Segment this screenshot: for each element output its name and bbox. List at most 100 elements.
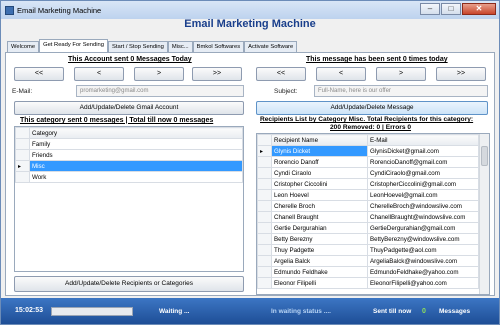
- recipient-row[interactable]: Thuy Padgette ThuyPadgette@aol.com: [257, 244, 479, 256]
- row-header: [15, 171, 30, 183]
- recipient-email-cell[interactable]: EdmundoFeldhake@yahoo.com: [367, 266, 479, 278]
- recipient-row-selected[interactable]: ▸ Glynis Dicket GlynisDicket@gmail.com: [257, 145, 479, 157]
- scroll-thumb[interactable]: [481, 146, 488, 166]
- recipient-name-cell[interactable]: Betty Berezny: [271, 233, 368, 245]
- recipient-name-cell[interactable]: Leon Hoevel: [271, 189, 368, 201]
- recipient-email-cell[interactable]: CyndiCiraolo@gmail.com: [367, 167, 479, 179]
- recipients-grid: Recipient Name E-Mail ▸ Glynis Dicket Glyn…: [256, 133, 490, 295]
- maximize-button[interactable]: □: [441, 3, 461, 15]
- recipient-email-cell[interactable]: CherelleBroch@windowslive.com: [367, 200, 479, 212]
- message-next-button[interactable]: >: [376, 67, 426, 81]
- email-field[interactable]: promarketing@gmail.com: [76, 85, 244, 97]
- row-header: [257, 200, 272, 212]
- recipient-email-cell[interactable]: CristopherCiccolini@gmail.com: [367, 178, 479, 190]
- recipient-name-cell[interactable]: Edmundo Feldhake: [271, 266, 368, 278]
- recipient-row[interactable]: Cherelle Broch CherelleBroch@windowslive.…: [257, 200, 479, 212]
- messages-label: Messages: [439, 308, 471, 315]
- sent-till-now-label: Sent till now: [373, 308, 412, 315]
- status-waiting: Waiting ...: [159, 308, 190, 315]
- add-message-button[interactable]: Add/Update/Delete Message: [256, 101, 488, 115]
- recipient-name-cell[interactable]: Chanell Braught: [271, 211, 368, 223]
- message-first-button[interactable]: <<: [256, 67, 306, 81]
- recipient-name-cell[interactable]: Cherelle Broch: [271, 200, 368, 212]
- row-header: [257, 189, 272, 201]
- recipients-scrollbar[interactable]: [479, 134, 489, 294]
- account-last-button[interactable]: >>: [192, 67, 242, 81]
- app-icon: [5, 5, 14, 15]
- window-title: Email Marketing Machine: [17, 5, 102, 15]
- tab-activate-software[interactable]: Activate Software: [244, 41, 298, 52]
- row-header: [257, 156, 272, 168]
- category-cell[interactable]: Friends: [29, 149, 243, 161]
- minimize-button[interactable]: –: [420, 3, 440, 15]
- recipient-row[interactable]: Betty Berezny BettyBerezny@windowslive.co…: [257, 233, 479, 245]
- email-label: E-Mail:: [12, 88, 33, 95]
- category-sent-title: This category sent 0 messages | Total ti…: [20, 117, 214, 124]
- close-button[interactable]: ✕: [462, 3, 496, 15]
- tab-get-ready-for-sending[interactable]: Get Ready For Sending: [39, 39, 108, 52]
- category-cell[interactable]: Work: [29, 171, 243, 183]
- recipient-name-cell[interactable]: Eleonor Filipelli: [271, 277, 368, 289]
- recipient-email-column-header[interactable]: E-Mail: [367, 134, 479, 146]
- row-header: [15, 149, 30, 161]
- recipient-name-cell[interactable]: Thuy Padgette: [271, 244, 368, 256]
- tab-misc[interactable]: Misc...: [167, 41, 193, 52]
- recipient-email-cell[interactable]: ThuyPadgette@aol.com: [367, 244, 479, 256]
- category-row[interactable]: Friends: [15, 149, 243, 161]
- account-first-button[interactable]: <<: [14, 67, 64, 81]
- message-sent-title: This message has been sent 0 times today: [306, 56, 448, 63]
- account-prev-button[interactable]: <: [74, 67, 124, 81]
- row-header: [257, 222, 272, 234]
- category-cell[interactable]: Family: [29, 138, 243, 150]
- recipient-row[interactable]: Eleonor Filipelli EleonorFilipelli@yahoo.…: [257, 277, 479, 289]
- app-heading: Email Marketing Machine: [184, 18, 316, 30]
- add-gmail-account-button[interactable]: Add/Update/Delete Gmail Account: [14, 101, 244, 115]
- category-row-selected[interactable]: ▸ Misc: [15, 160, 243, 172]
- recipient-row[interactable]: Cristopher Ciccolini CristopherCiccolini@…: [257, 178, 479, 190]
- category-cell[interactable]: Misc: [29, 160, 243, 172]
- recipient-email-cell[interactable]: EleonorFilipelli@yahoo.com: [367, 277, 479, 289]
- recipient-email-cell[interactable]: BettyBerezny@windowslive.com: [367, 233, 479, 245]
- subject-field[interactable]: Full-Name, here is our offer: [314, 85, 488, 97]
- message-last-button[interactable]: >>: [436, 67, 486, 81]
- recipient-name-cell[interactable]: Rorencio Danoff: [271, 156, 368, 168]
- recipient-row[interactable]: Cyndi Ciraolo CyndiCiraolo@gmail.com: [257, 167, 479, 179]
- recipient-email-cell[interactable]: ChanellBraught@windowslive.com: [367, 211, 479, 223]
- recipient-row[interactable]: Leon Hoevel LeonHoevel@gmail.com: [257, 189, 479, 201]
- recipient-row[interactable]: Chanell Braught ChanellBraught@windowsliv…: [257, 211, 479, 223]
- current-row-indicator-icon: ▸: [15, 160, 30, 172]
- tab-start-stop-sending[interactable]: Start / Stop Sending: [107, 41, 168, 52]
- row-header: [257, 178, 272, 190]
- recipient-row[interactable]: Argelia Balck ArgeliaBalck@windowslive.co…: [257, 255, 479, 267]
- account-next-button[interactable]: >: [134, 67, 184, 81]
- recipient-name-cell[interactable]: Argelia Balck: [271, 255, 368, 267]
- add-recipients-categories-button[interactable]: Add/Update/Delete Recipients or Categori…: [14, 276, 244, 292]
- recipient-row[interactable]: Edmundo Feldhake EdmundoFeldhake@yahoo.co…: [257, 266, 479, 278]
- sent-count: 0: [422, 308, 426, 315]
- recipient-name-column-header[interactable]: Recipient Name: [271, 134, 368, 146]
- status-bar: 15:02:53 Waiting ... In waiting status .…: [1, 298, 499, 324]
- recipient-name-cell[interactable]: Cristopher Ciccolini: [271, 178, 368, 190]
- recipient-email-cell[interactable]: LeonHoevel@gmail.com: [367, 189, 479, 201]
- recipient-email-cell[interactable]: RorencioDanoff@gmail.com: [367, 156, 479, 168]
- recipient-row[interactable]: Gertie Dergurahian GertieDergurahian@gmai…: [257, 222, 479, 234]
- tab-welcome[interactable]: Welcome: [7, 41, 40, 52]
- recipient-email-cell[interactable]: GlynisDicket@gmail.com: [367, 145, 479, 157]
- recipients-title-line1: Recipients List by Category Misc. Total …: [260, 116, 474, 123]
- recipient-row[interactable]: Rorencio Danoff RorencioDanoff@gmail.com: [257, 156, 479, 168]
- subject-label: Subject:: [274, 88, 298, 95]
- recipient-name-cell[interactable]: Glynis Dicket: [271, 145, 368, 157]
- row-header: [257, 211, 272, 223]
- recipient-email-cell[interactable]: GertieDergurahian@gmail.com: [367, 222, 479, 234]
- category-row[interactable]: Family: [15, 138, 243, 150]
- message-prev-button[interactable]: <: [316, 67, 366, 81]
- category-row[interactable]: Work: [15, 171, 243, 183]
- get-ready-panel: This Account sent 0 Messages Today << < …: [5, 52, 495, 296]
- row-header: [257, 266, 272, 278]
- recipient-email-cell[interactable]: ArgeliaBalck@windowslive.com: [367, 255, 479, 267]
- row-header: [257, 167, 272, 179]
- category-column-header[interactable]: Category: [29, 127, 243, 139]
- tab-bmkol-softwares[interactable]: Bmkol Softwares: [192, 41, 245, 52]
- recipient-name-cell[interactable]: Gertie Dergurahian: [271, 222, 368, 234]
- recipient-name-cell[interactable]: Cyndi Ciraolo: [271, 167, 368, 179]
